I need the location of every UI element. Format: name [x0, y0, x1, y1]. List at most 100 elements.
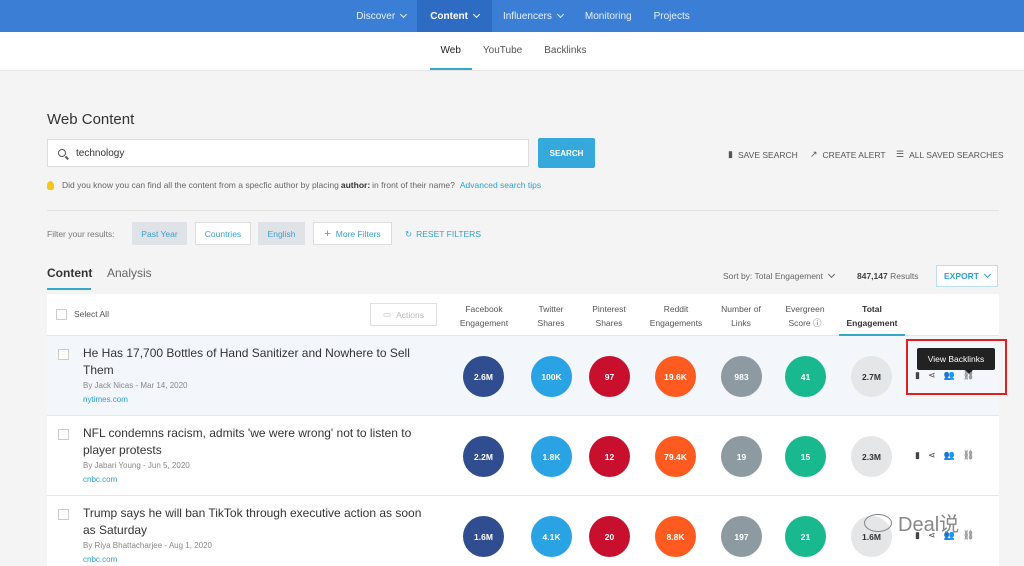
filter-english[interactable]: English: [258, 222, 305, 245]
filter-past-year[interactable]: Past Year: [132, 222, 187, 245]
column-total-engagement[interactable]: Total Engagement: [839, 302, 905, 336]
select-all-checkbox[interactable]: [56, 309, 67, 320]
evergreen-score-value: 15: [785, 436, 826, 477]
all-saved-searches-button[interactable]: ☰ ALL SAVED SEARCHES: [896, 149, 1004, 160]
influencers-icon[interactable]: 👥: [944, 450, 955, 461]
row-checkbox[interactable]: [58, 509, 69, 520]
col-l1: Total: [862, 304, 882, 314]
divider: [47, 210, 999, 211]
column-pinterest-shares[interactable]: Pinterest Shares: [574, 302, 644, 330]
column-number-of-links[interactable]: Number of Links: [706, 302, 776, 330]
influencers-icon[interactable]: 👥: [944, 370, 955, 381]
tip-bold: author:: [340, 180, 371, 190]
chevron-down-icon: [472, 10, 481, 19]
bookmark-icon[interactable]: ▮: [915, 450, 920, 461]
column-facebook-engagement[interactable]: Facebook Engagement: [449, 302, 519, 330]
article-source[interactable]: cnbc.com: [83, 555, 117, 564]
results-table: Select All ▭ Actions Facebook Engagement T…: [47, 294, 999, 566]
col-l2: Engagements: [649, 318, 703, 328]
col-l2: Score ⓘ: [788, 318, 822, 328]
list-icon: ☰: [896, 149, 905, 159]
bookmark-icon[interactable]: ▮: [915, 370, 920, 381]
table-row[interactable]: He Has 17,700 Bottles of Hand Sanitizer …: [47, 336, 999, 416]
wechat-logo-icon: [864, 513, 892, 532]
number-of-links-value[interactable]: 197: [721, 516, 762, 557]
table-row[interactable]: NFL condemns racism, admits 'we were wro…: [47, 416, 999, 496]
article-source[interactable]: nytimes.com: [83, 395, 128, 404]
share-icon[interactable]: ⋖: [928, 450, 936, 461]
col-l2: Engagement: [846, 318, 898, 328]
nav-influencers[interactable]: Influencers: [492, 0, 574, 32]
sort-dropdown[interactable]: Sort by: Total Engagement: [723, 270, 836, 281]
column-reddit-engagements[interactable]: Reddit Engagements: [641, 302, 711, 330]
save-search-label: SAVE SEARCH: [737, 149, 798, 160]
col-l1: Facebook: [465, 304, 503, 314]
number-of-links-value[interactable]: 19: [721, 436, 762, 477]
plus-icon: +: [324, 227, 331, 240]
create-alert-button[interactable]: ↗ CREATE ALERT: [810, 149, 886, 160]
number-of-links-value[interactable]: 983: [721, 356, 762, 397]
more-filters-button[interactable]: + More Filters: [313, 222, 392, 245]
col-l2: Shares: [595, 318, 623, 328]
article-title[interactable]: He Has 17,700 Bottles of Hand Sanitizer …: [83, 345, 428, 379]
filter-label: Filter your results:: [47, 229, 115, 239]
tab-content[interactable]: Content: [47, 266, 92, 280]
pinterest-shares-value: 12: [589, 436, 630, 477]
nav-monitoring[interactable]: Monitoring: [574, 0, 643, 32]
reddit-engagements-value: 79.4K: [655, 436, 696, 477]
actions-button[interactable]: ▭ Actions: [370, 303, 437, 326]
backlinks-icon[interactable]: ⛓: [963, 530, 974, 541]
trend-icon: ↗: [810, 149, 818, 159]
search-tip: Did you know you can find all the conten…: [47, 180, 541, 190]
article-byline: By Jabari Young - Jun 5, 2020: [83, 461, 190, 470]
nav-content[interactable]: Content: [417, 0, 492, 32]
tab-web[interactable]: Web: [429, 32, 472, 70]
backlinks-icon[interactable]: ⛓: [963, 450, 974, 461]
row-checkbox[interactable]: [58, 349, 69, 360]
nav-discover-label: Discover: [356, 10, 396, 22]
export-button[interactable]: EXPORT: [936, 265, 998, 287]
article-title[interactable]: NFL condemns racism, admits 'we were wro…: [83, 425, 428, 459]
advanced-search-tips-link[interactable]: Advanced search tips: [460, 180, 541, 190]
row-checkbox[interactable]: [58, 429, 69, 440]
filter-countries[interactable]: Countries: [195, 222, 251, 245]
nav-discover[interactable]: Discover: [345, 0, 417, 32]
lightbulb-icon: [47, 180, 54, 190]
search-button[interactable]: SEARCH: [538, 138, 595, 168]
chevron-down-icon: [983, 270, 992, 279]
article-byline: By Riya Bhattacharjee - Aug 1, 2020: [83, 541, 212, 550]
share-icon[interactable]: ⋖: [928, 370, 936, 381]
actions-icon: ▭: [383, 309, 392, 319]
pinterest-shares-value: 97: [589, 356, 630, 397]
save-search-button[interactable]: ▮ SAVE SEARCH: [728, 149, 798, 160]
search-input[interactable]: technology: [47, 139, 529, 167]
sort-label: Sort by: Total Engagement: [723, 271, 824, 281]
nav-projects[interactable]: Projects: [643, 0, 701, 32]
evergreen-score-value: 21: [785, 516, 826, 557]
export-label: EXPORT: [944, 271, 979, 281]
reddit-engagements-value: 8.8K: [655, 516, 696, 557]
col-l1: Evergreen: [785, 304, 825, 314]
refresh-icon: ↻: [405, 229, 413, 239]
article-byline: By Jack Nicas - Mar 14, 2020: [83, 381, 188, 390]
select-all-label: Select All: [74, 309, 109, 319]
tab-youtube[interactable]: YouTube: [472, 32, 533, 70]
nav-content-label: Content: [430, 10, 468, 22]
twitter-shares-value: 4.1K: [531, 516, 572, 557]
top-nav: Discover Content Influencers Monitoring …: [0, 0, 1024, 32]
tab-backlinks[interactable]: Backlinks: [533, 32, 597, 70]
result-count-value: 847,147: [857, 271, 888, 281]
search-input-value: technology: [76, 147, 125, 159]
tab-analysis[interactable]: Analysis: [107, 266, 152, 280]
article-title[interactable]: Trump says he will ban TikTok through ex…: [83, 505, 428, 539]
tip-text-after: in front of their name?: [372, 180, 455, 190]
total-engagement-value: 2.3M: [851, 436, 892, 477]
column-evergreen-score[interactable]: Evergreen Score ⓘ: [770, 302, 840, 330]
table-row[interactable]: Trump says he will ban TikTok through ex…: [47, 496, 999, 566]
col-l1: Pinterest: [592, 304, 626, 314]
total-engagement-value: 2.7M: [851, 356, 892, 397]
chevron-down-icon: [556, 10, 564, 19]
reset-filters-button[interactable]: ↻ RESET FILTERS: [405, 229, 481, 240]
reset-filters-label: RESET FILTERS: [416, 229, 481, 239]
article-source[interactable]: cnbc.com: [83, 475, 117, 484]
